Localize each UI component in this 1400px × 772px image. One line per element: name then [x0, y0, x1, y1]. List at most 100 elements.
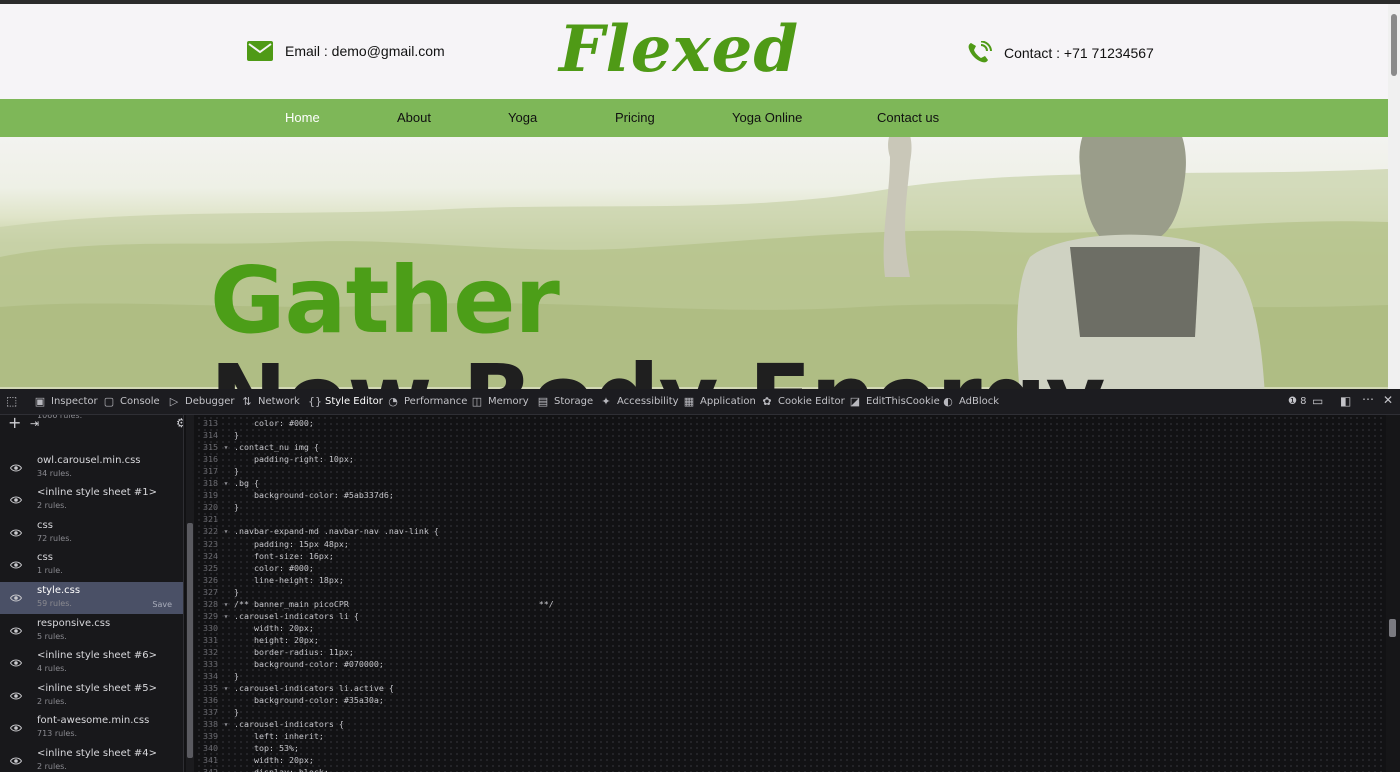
code-line[interactable]: 337} — [196, 706, 239, 718]
fold-toggle-icon[interactable]: ▾ — [218, 598, 234, 610]
sidebar-scrollbar[interactable] — [186, 415, 194, 772]
nav-home[interactable]: Home — [285, 110, 320, 125]
page-scrollbar[interactable] — [1388, 4, 1400, 389]
nav-contact-us[interactable]: Contact us — [877, 110, 939, 125]
stylesheet-item[interactable]: <inline style sheet #6> 4 rules. — [0, 647, 183, 679]
code-line[interactable]: 327} — [196, 586, 239, 598]
code-line[interactable]: 328 ▾/** banner_main picoCPR **/ — [196, 598, 554, 610]
stylesheet-item[interactable]: responsive.css 5 rules. — [0, 615, 183, 647]
stylesheet-item[interactable]: <inline style sheet #1> 2 rules. — [0, 484, 183, 516]
code-line[interactable]: 335 ▾ .carousel-indicators li.active { — [196, 682, 394, 694]
tab-accessibility[interactable]: ✦ Accessibility — [600, 395, 678, 408]
code-line[interactable]: 318 ▾ .bg { — [196, 477, 259, 489]
eye-icon[interactable] — [10, 462, 22, 474]
stylesheet-item[interactable]: css 1 rule. — [0, 549, 183, 581]
code-line[interactable]: 324 font-size: 16px; — [196, 550, 334, 562]
fold-toggle-icon[interactable]: ▾ — [218, 477, 234, 489]
tab-performance[interactable]: ◔ Performance — [387, 395, 467, 408]
code-text: } — [234, 466, 239, 477]
code-line[interactable]: 319 background-color: #5ab337d6; — [196, 489, 394, 501]
close-devtools-icon[interactable]: ✕ — [1383, 393, 1393, 407]
line-number: 333 — [203, 659, 218, 669]
phone-contact[interactable]: Contact : +71 71234567 — [966, 41, 1154, 65]
fold-toggle-icon[interactable]: ▾ — [218, 441, 234, 453]
tab-network[interactable]: ⇅ Network — [241, 395, 299, 408]
stylesheet-rule-count: 2 rules. — [37, 501, 67, 511]
eye-icon[interactable] — [10, 755, 22, 767]
code-line[interactable]: 320} — [196, 501, 239, 513]
code-line[interactable]: 331 height: 20px; — [196, 634, 319, 646]
fold-toggle-icon[interactable]: ▾ — [218, 682, 234, 694]
code-line[interactable]: 315 ▾ .contact_nu img { — [196, 441, 319, 453]
code-line[interactable]: 313 color: #000; — [196, 417, 314, 429]
nav-about[interactable]: About — [397, 110, 431, 125]
tab-console[interactable]: ▢ Console — [103, 395, 160, 408]
fold-toggle-icon[interactable]: ▾ — [218, 525, 234, 537]
code-line[interactable]: 339 left: inherit; — [196, 730, 324, 742]
eye-icon[interactable] — [10, 559, 22, 571]
stylesheet-item[interactable]: <inline style sheet #5> 2 rules. — [0, 680, 183, 712]
code-line[interactable]: 334} — [196, 670, 239, 682]
nav-yoga[interactable]: Yoga — [508, 110, 537, 125]
stylesheet-name: style.css — [37, 585, 81, 596]
line-number: 315 — [203, 442, 218, 453]
code-line[interactable]: 342 display: block; — [196, 766, 329, 772]
fold-toggle-icon[interactable]: ▾ — [218, 718, 234, 730]
eye-icon[interactable] — [10, 657, 22, 669]
code-line[interactable]: 323 padding: 15px 48px; — [196, 538, 349, 550]
code-line[interactable]: 340 top: 53%; — [196, 742, 299, 754]
email-contact[interactable]: Email : demo@gmail.com — [247, 41, 445, 61]
code-line[interactable]: 317} — [196, 465, 239, 477]
code-line[interactable]: 338 ▾ .carousel-indicators { — [196, 718, 344, 730]
tab-editthiscookie[interactable]: ◪ EditThisCookie — [849, 395, 940, 408]
code-line[interactable]: 330 width: 20px; — [196, 622, 314, 634]
code-line[interactable]: 321 — [196, 513, 234, 525]
code-line[interactable]: 314} — [196, 429, 239, 441]
tab-application[interactable]: ▦ Application — [683, 395, 756, 408]
code-text: .carousel-indicators { — [234, 719, 344, 730]
tab-adblock[interactable]: ◐ AdBlock — [942, 395, 999, 408]
fold-toggle-icon[interactable]: ▾ — [218, 610, 234, 622]
code-line[interactable]: 325 color: #000; — [196, 562, 314, 574]
editor-scrollbar-thumb[interactable] — [1389, 619, 1396, 637]
eye-icon[interactable] — [10, 625, 22, 637]
tab-style-editor[interactable]: {} Style Editor — [308, 395, 383, 408]
editor-scrollbar[interactable] — [1386, 415, 1400, 772]
css-code-editor[interactable]: 313 color: #000; 314} 315 ▾ .contact_nu img … — [196, 415, 1386, 772]
stylesheet-item[interactable]: <inline style sheet #4> 2 rules. — [0, 745, 183, 772]
eye-icon[interactable] — [10, 527, 22, 539]
code-line[interactable]: 326 line-height: 18px; — [196, 574, 344, 586]
eye-icon[interactable] — [10, 690, 22, 702]
element-picker-icon[interactable]: ⬚ — [6, 394, 17, 408]
code-line[interactable]: 332 border-radius: 11px; — [196, 646, 354, 658]
code-line[interactable]: 336 background-color: #35a30a; — [196, 694, 384, 706]
stylesheet-item[interactable]: css 72 rules. — [0, 517, 183, 549]
code-line[interactable]: 322 ▾ .navbar-expand-md .navbar-nav .nav-l… — [196, 525, 439, 537]
code-line[interactable]: 333 background-color: #070000; — [196, 658, 384, 670]
eye-icon[interactable] — [10, 592, 22, 604]
sidebar-scrollbar-thumb[interactable] — [187, 523, 193, 758]
stylesheet-item[interactable]: font-awesome.min.css 713 rules. — [0, 712, 183, 744]
stylesheet-item[interactable]: style.css 59 rules. Save — [0, 582, 183, 614]
more-options-icon[interactable]: ⋯ — [1362, 392, 1374, 406]
dock-icon[interactable]: ◧ — [1340, 394, 1351, 408]
tab-memory[interactable]: ◫ Memory — [471, 395, 529, 408]
responsive-mode-icon[interactable]: ▭ — [1312, 394, 1323, 408]
site-logo[interactable]: Flexed — [559, 12, 799, 87]
tab-storage[interactable]: ▤ Storage — [537, 395, 593, 408]
page-scrollbar-thumb[interactable] — [1391, 14, 1397, 76]
stylesheet-item[interactable]: 1066 rules. — [0, 415, 183, 427]
tab-cookie-editor[interactable]: ✿ Cookie Editor — [761, 395, 844, 408]
eye-icon[interactable] — [10, 722, 22, 734]
code-line[interactable]: 316 padding-right: 10px; — [196, 453, 354, 465]
stylesheet-item[interactable]: owl.carousel.min.css 34 rules. — [0, 452, 183, 484]
error-counter[interactable]: ❶ 8 — [1288, 396, 1307, 407]
code-line[interactable]: 329 ▾ .carousel-indicators li { — [196, 610, 359, 622]
code-line[interactable]: 341 width: 20px; — [196, 754, 314, 766]
tab-inspector[interactable]: ▣ Inspector — [34, 395, 98, 408]
nav-pricing[interactable]: Pricing — [615, 110, 655, 125]
nav-yoga-online[interactable]: Yoga Online — [732, 110, 802, 125]
tab-debugger[interactable]: ▷ Debugger — [168, 395, 235, 408]
save-link[interactable]: Save — [152, 600, 172, 609]
eye-icon[interactable] — [10, 494, 22, 506]
